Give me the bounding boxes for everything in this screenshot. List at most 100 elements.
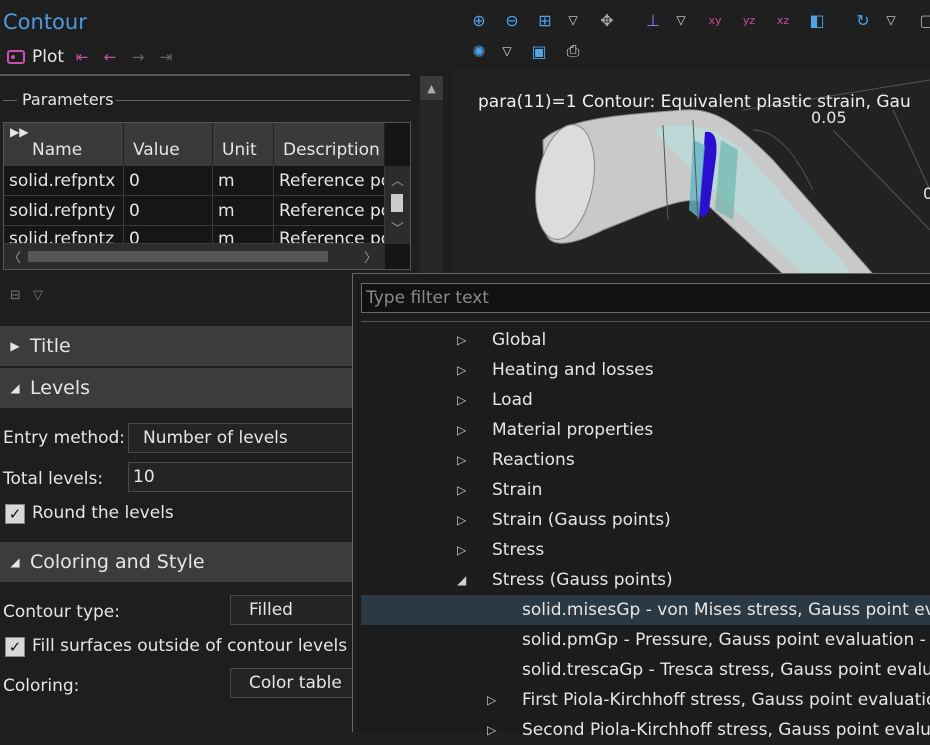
tree-item[interactable]: solid.trescaGp - Tresca stress, Gauss po… (361, 655, 930, 685)
scroll-thumb[interactable] (391, 194, 403, 212)
table-cell[interactable]: solid.refpnty (4, 196, 124, 226)
rotate-icon[interactable]: ↻ (851, 8, 875, 32)
chevron-down-icon[interactable]: ▽ (879, 8, 903, 32)
plot-button[interactable]: Plot (32, 47, 64, 67)
last-icon[interactable]: ⇥ (156, 47, 176, 67)
table-cell[interactable]: m (213, 226, 274, 244)
chevron-right-icon[interactable]: ▷ (457, 543, 466, 557)
column-header-name[interactable]: ▶▶ Name (4, 123, 124, 166)
scene-light-icon[interactable]: ◧ (805, 8, 829, 32)
section-levels[interactable]: ◢ Levels (0, 368, 352, 408)
zoom-in-icon[interactable]: ⊕ (467, 8, 491, 32)
xz-view-icon[interactable]: xz (771, 8, 795, 32)
axis-orientation-icon[interactable]: ⊥ (641, 8, 665, 32)
chevron-right-icon[interactable]: ▷ (457, 453, 466, 467)
chevron-down-icon[interactable]: ◢ (457, 573, 466, 587)
yz-view-icon[interactable]: yz (737, 8, 761, 32)
section-coloring-label: Coloring and Style (30, 551, 205, 573)
tree-item[interactable]: ▷ Stress (361, 535, 930, 565)
chevron-right-icon[interactable]: ▷ (457, 363, 466, 377)
total-levels-label: Total levels: (3, 469, 104, 489)
tree-item[interactable]: ▷ Load (361, 385, 930, 415)
round-levels-label: Round the levels (32, 503, 174, 523)
contour-type-select[interactable]: Filled (230, 595, 360, 625)
column-header-unit[interactable]: Unit (213, 123, 274, 166)
table-settings-icon[interactable]: ⊟ (10, 288, 21, 303)
zoom-box-icon[interactable]: ⊞ (533, 8, 557, 32)
snapshot-icon[interactable]: ▣ (527, 39, 551, 63)
tree-item[interactable]: ◢ Stress (Gauss points) (361, 565, 930, 595)
entry-method-label: Entry method: (3, 428, 126, 448)
tree-item-label: solid.pmGp - Pressure, Gauss point evalu… (522, 630, 930, 650)
tree-item[interactable]: ▷ Material properties (361, 415, 930, 445)
table-cell[interactable]: Reference poi (274, 196, 385, 226)
coloring-label: Coloring: (3, 676, 80, 696)
print-icon[interactable]: ⎙ (561, 39, 585, 63)
tree-item[interactable]: ▷ Second Piola-Kirchhoff stress, Gauss po… (361, 715, 930, 745)
xy-view-icon[interactable]: xy (703, 8, 727, 32)
zoom-out-icon[interactable]: ⊖ (500, 8, 524, 32)
section-coloring-style[interactable]: ◢ Coloring and Style (0, 542, 352, 582)
chevron-down-icon[interactable]: ▽ (33, 288, 43, 303)
scroll-up-icon[interactable]: ▲ (420, 76, 443, 100)
panel-scrollbar[interactable]: ▲ (420, 76, 443, 276)
filter-input[interactable]: Type filter text (361, 283, 930, 313)
parameters-label: Parameters (22, 90, 114, 109)
table-cell[interactable]: Reference poi (274, 166, 385, 196)
fill-surfaces-label: Fill surfaces outside of contour levels (32, 636, 348, 656)
window-icon[interactable]: ▢ (915, 8, 930, 32)
panel-title: Contour (3, 10, 87, 34)
coloring-select[interactable]: Color table (230, 668, 360, 698)
table-cell[interactable]: solid.refpntz (4, 226, 124, 244)
tree-item[interactable]: solid.pmGp - Pressure, Gauss point evalu… (361, 625, 930, 655)
chevron-right-icon[interactable]: ▷ (457, 393, 466, 407)
tree-item[interactable]: ▷ Heating and losses (361, 355, 930, 385)
table-cell[interactable]: 0 (124, 196, 213, 226)
entry-method-select[interactable]: Number of levels (128, 423, 358, 453)
tree-item[interactable]: ▷ Global (361, 325, 930, 355)
fill-surfaces-checkbox[interactable]: ✓ (5, 637, 25, 657)
chevron-right-icon[interactable]: ▷ (457, 423, 466, 437)
tree-item[interactable]: ▷ First Piola-Kirchhoff stress, Gauss poi… (361, 685, 930, 715)
table-cell[interactable]: Reference poi (274, 226, 385, 244)
chevron-down-icon[interactable]: ▽ (561, 8, 585, 32)
tree-item[interactable]: ▷ Strain (361, 475, 930, 505)
zoom-extents-icon[interactable]: ✥ (595, 8, 619, 32)
contour-type-label: Contour type: (3, 602, 120, 622)
plot-icon[interactable] (6, 47, 26, 67)
scroll-down-icon[interactable]: ﹀ (385, 218, 410, 237)
first-icon[interactable]: ⇤ (72, 47, 92, 67)
chevron-right-icon[interactable]: ▷ (457, 513, 466, 527)
section-title[interactable]: ▶ Title (0, 326, 352, 366)
table-cell[interactable]: 0 (124, 226, 213, 244)
scroll-up-icon[interactable]: ︿ (385, 170, 410, 189)
chevron-down-icon[interactable]: ▽ (495, 39, 519, 63)
table-cell[interactable]: 0 (124, 166, 213, 196)
table-vertical-scrollbar[interactable]: ︿ ﹀ (385, 166, 410, 244)
round-levels-checkbox[interactable]: ✓ (5, 504, 25, 524)
previous-icon[interactable]: ← (100, 47, 120, 67)
chevron-down-icon[interactable]: ▽ (669, 8, 693, 32)
table-cell[interactable]: m (213, 196, 274, 226)
tree-item[interactable]: ▷ Reactions (361, 445, 930, 475)
expand-columns-icon[interactable]: ▶▶ (10, 125, 28, 139)
table-cell[interactable]: solid.refpntx (4, 166, 124, 196)
chevron-right-icon[interactable]: ▷ (457, 483, 466, 497)
scroll-left-icon[interactable]: 〈 (8, 247, 26, 266)
scroll-right-icon[interactable]: 〉 (364, 247, 382, 266)
table-cell[interactable]: m (213, 166, 274, 196)
column-header-value[interactable]: Value (124, 123, 213, 166)
chevron-right-icon[interactable]: ▷ (487, 693, 496, 707)
chevron-right-icon[interactable]: ▷ (457, 333, 466, 347)
table-horizontal-scrollbar[interactable]: 〈 〉 (4, 244, 385, 269)
chevron-right-icon[interactable]: ▷ (487, 723, 496, 737)
next-icon[interactable]: → (128, 47, 148, 67)
parameters-table: ▶▶ Name Value Unit Description solid.ref… (3, 122, 411, 270)
tree-item[interactable]: ▷ Strain (Gauss points) (361, 505, 930, 535)
tree-item[interactable]: solid.misesGp - von Mises stress, Gauss … (361, 595, 930, 625)
expression-picker-popup: Type filter text ▷ Global ▷ Heating and los… (352, 273, 930, 740)
column-header-description[interactable]: Description (274, 123, 385, 166)
total-levels-input[interactable]: 10 (128, 462, 358, 492)
scroll-thumb[interactable] (28, 251, 328, 262)
camera-icon[interactable]: ✺ (467, 39, 491, 63)
